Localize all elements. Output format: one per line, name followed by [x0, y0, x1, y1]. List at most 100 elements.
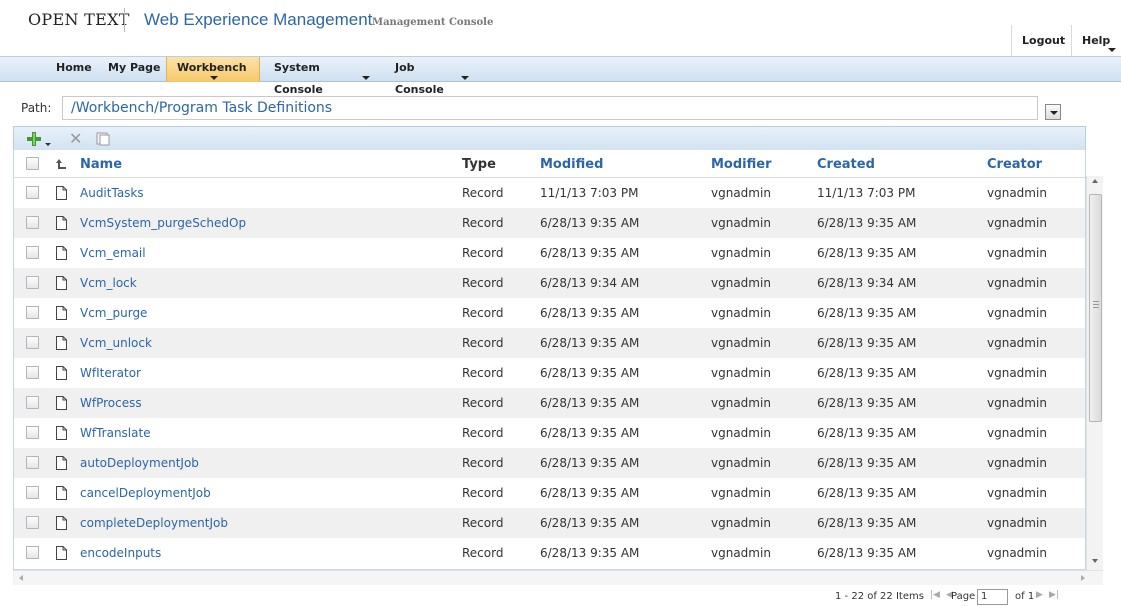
- table-row[interactable]: WfTranslate Record 6/28/13 9:35 AM vgnadmin…: [14, 418, 1085, 448]
- table-row[interactable]: AuditTasks Record 11/1/13 7:03 PM vgnadmin 1…: [14, 178, 1085, 208]
- scroll-thumb[interactable]: [1089, 194, 1102, 422]
- cell-type: Record: [462, 276, 504, 290]
- path-select[interactable]: /Workbench/Program Task Definitions: [62, 96, 1038, 120]
- nav-system-console[interactable]: System Console: [264, 57, 374, 96]
- column-header-modifier[interactable]: Modifier: [711, 157, 772, 172]
- cell-created: 6/28/13 9:35 AM: [817, 306, 917, 320]
- column-header-modified[interactable]: Modified: [540, 157, 603, 172]
- pager-summary: 1 - 22 of 22 Items: [835, 591, 924, 602]
- vertical-scrollbar[interactable]: [1086, 176, 1103, 570]
- column-header-created[interactable]: Created: [817, 157, 875, 172]
- cell-created: 6/28/13 9:35 AM: [817, 366, 917, 380]
- cell-name[interactable]: cancelDeploymentJob: [80, 486, 211, 500]
- row-checkbox[interactable]: [26, 516, 39, 529]
- cell-created: 6/28/13 9:35 AM: [817, 216, 917, 230]
- cell-created: 6/28/13 9:35 AM: [817, 486, 917, 500]
- grid-toolbar: ✕: [13, 126, 1086, 150]
- table-row[interactable]: autoDeploymentJob Record 6/28/13 9:35 AM vg…: [14, 448, 1085, 478]
- cell-modified: 6/28/13 9:35 AM: [540, 216, 640, 230]
- table-row[interactable]: cancelDeploymentJob Record 6/28/13 9:35 AM…: [14, 478, 1085, 508]
- grip-icon: [1093, 301, 1099, 302]
- scroll-right-icon[interactable]: [1081, 575, 1085, 581]
- row-checkbox[interactable]: [26, 306, 39, 319]
- document-icon: [56, 456, 67, 470]
- row-checkbox[interactable]: [26, 486, 39, 499]
- document-icon: [56, 546, 67, 560]
- cell-modifier: vgnadmin: [711, 456, 771, 470]
- row-checkbox[interactable]: [26, 276, 39, 289]
- up-folder-icon[interactable]: [56, 158, 68, 170]
- copy-icon[interactable]: [96, 132, 110, 146]
- cell-created: 6/28/13 9:35 AM: [817, 456, 917, 470]
- table-row[interactable]: Vcm_purge Record 6/28/13 9:35 AM vgnadmin 6/…: [14, 298, 1085, 328]
- nav-job-console[interactable]: Job Console: [385, 57, 475, 96]
- cell-name[interactable]: Vcm_unlock: [80, 336, 152, 350]
- cell-name[interactable]: Vcm_lock: [80, 276, 137, 290]
- cell-name[interactable]: VcmSystem_purgeSchedOp: [80, 216, 246, 230]
- cell-modifier: vgnadmin: [711, 216, 771, 230]
- chevron-down-icon[interactable]: [45, 143, 51, 146]
- table-row[interactable]: VcmSystem_purgeSchedOp Record 6/28/13 9:35…: [14, 208, 1085, 238]
- column-header-type[interactable]: Type: [462, 157, 496, 172]
- cell-name[interactable]: AuditTasks: [80, 186, 144, 200]
- cell-name[interactable]: WfProcess: [80, 396, 142, 410]
- cell-name[interactable]: autoDeploymentJob: [80, 456, 199, 470]
- nav-workbench[interactable]: Workbench: [166, 57, 260, 82]
- delete-icon[interactable]: ✕: [69, 129, 82, 148]
- row-checkbox[interactable]: [26, 396, 39, 409]
- row-checkbox[interactable]: [26, 456, 39, 469]
- row-checkbox[interactable]: [26, 546, 39, 559]
- help-menu[interactable]: Help: [1071, 25, 1120, 57]
- logout-button[interactable]: Logout: [1011, 25, 1075, 57]
- cell-modifier: vgnadmin: [711, 426, 771, 440]
- select-all-checkbox[interactable]: [26, 157, 39, 170]
- cell-modified: 6/28/13 9:35 AM: [540, 396, 640, 410]
- document-icon: [56, 516, 67, 530]
- add-icon[interactable]: [26, 131, 42, 147]
- chevron-down-icon: [461, 76, 469, 80]
- next-page-icon[interactable]: ▶: [1036, 590, 1043, 600]
- cell-creator: vgnadmin: [987, 216, 1047, 230]
- product-title: Web Experience Management: [144, 10, 373, 29]
- horizontal-scrollbar[interactable]: [13, 570, 1103, 585]
- cell-name[interactable]: completeDeploymentJob: [80, 516, 228, 530]
- cell-name[interactable]: Vcm_email: [80, 246, 146, 260]
- scroll-down-icon[interactable]: [1092, 559, 1098, 563]
- table-row[interactable]: Vcm_unlock Record 6/28/13 9:35 AM vgnadmin 6…: [14, 328, 1085, 358]
- cell-type: Record: [462, 216, 504, 230]
- row-checkbox[interactable]: [26, 186, 39, 199]
- table-row[interactable]: Vcm_lock Record 6/28/13 9:34 AM vgnadmin 6/2…: [14, 268, 1085, 298]
- nav-home[interactable]: Home: [46, 57, 102, 82]
- cell-created: 6/28/13 9:35 AM: [817, 396, 917, 410]
- cell-modifier: vgnadmin: [711, 276, 771, 290]
- cell-modified: 6/28/13 9:35 AM: [540, 246, 640, 260]
- column-header-creator[interactable]: Creator: [987, 157, 1042, 172]
- cell-name[interactable]: encodeInputs: [80, 546, 161, 560]
- cell-name[interactable]: Vcm_purge: [80, 306, 147, 320]
- row-checkbox[interactable]: [26, 426, 39, 439]
- row-checkbox[interactable]: [26, 336, 39, 349]
- scroll-left-icon[interactable]: [19, 575, 23, 581]
- table-row[interactable]: Vcm_email Record 6/28/13 9:35 AM vgnadmin 6/…: [14, 238, 1085, 268]
- cell-name[interactable]: WfTranslate: [80, 426, 151, 440]
- cell-created: 6/28/13 9:35 AM: [817, 426, 917, 440]
- cell-type: Record: [462, 456, 504, 470]
- document-icon: [56, 186, 67, 200]
- nav-my-page[interactable]: My Page: [98, 57, 170, 82]
- cell-modifier: vgnadmin: [711, 336, 771, 350]
- path-dropdown-button[interactable]: [1045, 104, 1061, 120]
- column-header-name[interactable]: Name: [80, 157, 122, 172]
- last-page-icon[interactable]: ▶|: [1049, 590, 1059, 600]
- cell-name[interactable]: WfIterator: [80, 366, 141, 380]
- row-checkbox[interactable]: [26, 216, 39, 229]
- row-checkbox[interactable]: [26, 246, 39, 259]
- row-checkbox[interactable]: [26, 366, 39, 379]
- table-row[interactable]: encodeInputs Record 6/28/13 9:35 AM vgnadmi…: [14, 538, 1085, 568]
- table-row[interactable]: WfProcess Record 6/28/13 9:35 AM vgnadmin 6/…: [14, 388, 1085, 418]
- page-number-input[interactable]: 1: [977, 589, 1008, 605]
- scroll-up-icon[interactable]: [1092, 179, 1098, 183]
- table-row[interactable]: WfIterator Record 6/28/13 9:35 AM vgnadmin 6…: [14, 358, 1085, 388]
- first-page-icon[interactable]: |◀: [930, 590, 940, 600]
- table-row[interactable]: completeDeploymentJob Record 6/28/13 9:35 …: [14, 508, 1085, 538]
- cell-modified: 6/28/13 9:35 AM: [540, 336, 640, 350]
